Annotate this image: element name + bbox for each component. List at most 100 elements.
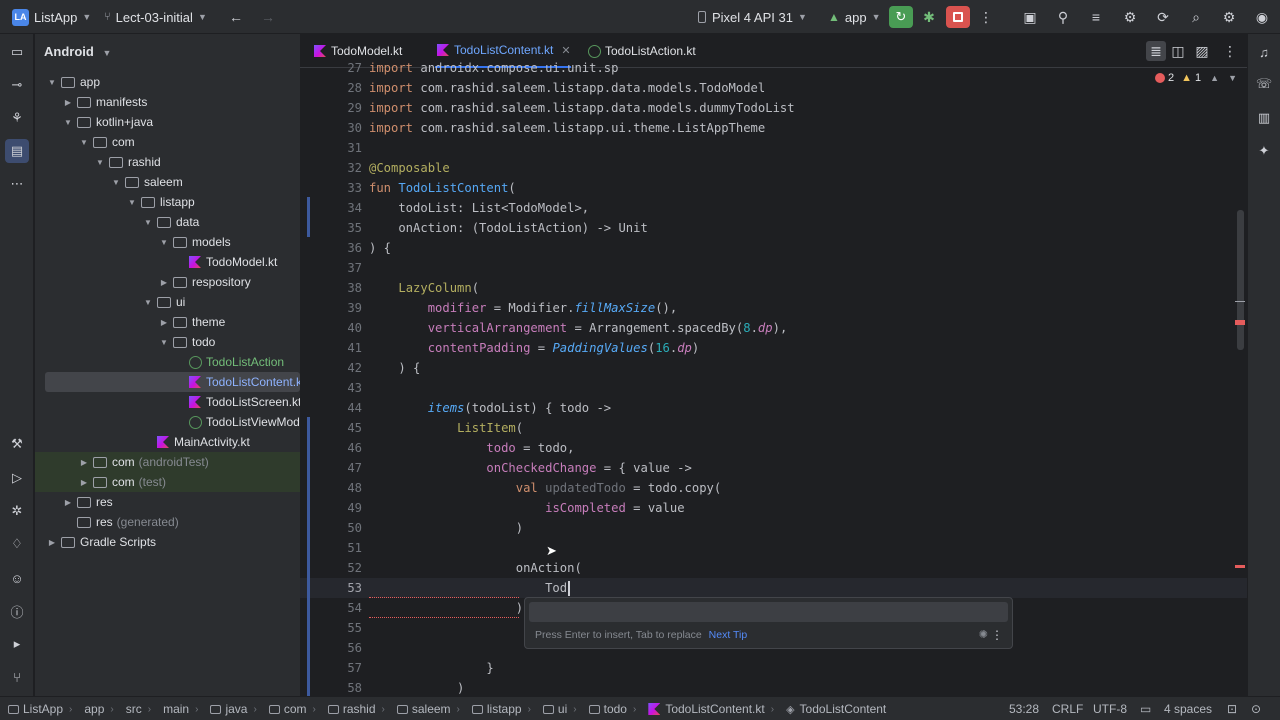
logcat-icon[interactable]: ≡ xyxy=(1086,7,1106,27)
code-line[interactable]: 30 import com.rashid.saleem.listapp.ui.th… xyxy=(300,118,1247,138)
breadcrumb-item[interactable]: ListApp xyxy=(8,702,63,716)
code-line[interactable]: 43 xyxy=(300,378,1247,398)
sync-gradle-icon[interactable]: ⟳ xyxy=(1153,7,1173,27)
code-line[interactable]: 52 onAction( xyxy=(300,558,1247,578)
encoding-selector[interactable]: UTF-8 xyxy=(1093,697,1127,720)
code-line[interactable]: 28 import com.rashid.saleem.listapp.data.… xyxy=(300,78,1247,98)
caret-position[interactable]: 53:28 xyxy=(1009,697,1039,720)
tree-item[interactable]: ▼ data xyxy=(35,212,300,232)
breadcrumb-item[interactable]: com xyxy=(268,702,306,716)
tree-item[interactable]: TodoListScreen.kt xyxy=(35,392,300,412)
tree-item[interactable]: ▶ res xyxy=(35,492,300,512)
code-line[interactable]: 51 xyxy=(300,538,1247,558)
build-hammer-icon[interactable]: ⚒ xyxy=(7,434,27,454)
chevron-down-icon[interactable]: ▼ xyxy=(125,198,139,207)
gemini-chat-icon[interactable]: ☏ xyxy=(1254,74,1274,94)
run-config-selector[interactable]: ▲ app ▼ xyxy=(828,0,881,34)
chevron-right-icon[interactable]: ▶ xyxy=(61,98,75,107)
branch-selector[interactable]: ⑂ Lect-03-initial ▼ xyxy=(104,0,207,34)
code-line[interactable]: 47 onCheckedChange = { value -> xyxy=(300,458,1247,478)
breadcrumb-item[interactable]: saleem xyxy=(396,702,451,716)
code-line[interactable]: 33 fun TodoListContent( xyxy=(300,178,1247,198)
editor-vertical-scrollbar[interactable] xyxy=(1237,210,1244,350)
code-line[interactable]: 49 isCompleted = value xyxy=(300,498,1247,518)
resource-manager-icon[interactable]: ⚘ xyxy=(7,108,27,128)
code-line[interactable]: 40 verticalArrangement = Arrangement.spa… xyxy=(300,318,1247,338)
vcs-change-marker[interactable] xyxy=(307,417,310,696)
chevron-down-icon[interactable]: ▼ xyxy=(45,78,59,87)
code-line[interactable]: 41 contentPadding = PaddingValues(16.dp) xyxy=(300,338,1247,358)
code-line[interactable]: 36) { xyxy=(300,238,1247,258)
code-line[interactable]: 48 val updatedTodo = todo.copy( xyxy=(300,478,1247,498)
code-line[interactable]: 31 xyxy=(300,138,1247,158)
forward-icon[interactable]: → xyxy=(258,7,278,27)
settings-gear-icon[interactable]: ⚙ xyxy=(1219,7,1239,27)
tree-item[interactable]: ▼ ui xyxy=(35,292,300,312)
breadcrumb-item[interactable]: ui xyxy=(542,702,567,716)
tree-item[interactable]: ▼ kotlin+java xyxy=(35,112,300,132)
code-line[interactable]: 50 ) xyxy=(300,518,1247,538)
back-icon[interactable]: ← xyxy=(226,7,246,27)
notifications-bell-icon[interactable]: ♫ xyxy=(1254,42,1274,62)
breadcrumb-item[interactable]: java xyxy=(210,702,247,716)
close-icon[interactable]: ✕ xyxy=(561,44,570,57)
tree-item[interactable]: TodoListContent.kt xyxy=(45,372,300,392)
code-line[interactable]: 38 LazyColumn( xyxy=(300,278,1247,298)
debug-bug-icon[interactable]: ✲ xyxy=(7,501,27,521)
line-ending-selector[interactable]: CRLF xyxy=(1052,697,1083,720)
tree-item[interactable]: ▼ todo xyxy=(35,332,300,352)
project-selector[interactable]: LA ListApp ▼ xyxy=(12,0,91,34)
account-icon[interactable]: ◉ xyxy=(1252,7,1272,27)
structure-icon[interactable]: ▤ xyxy=(5,139,29,163)
lock-icon[interactable]: ⊡ xyxy=(1227,697,1237,720)
tree-item[interactable]: ▶ com (test) xyxy=(35,472,300,492)
search-icon[interactable]: ⌕ xyxy=(1186,7,1206,27)
project-view-selector[interactable]: Android ▼ xyxy=(44,44,111,59)
next-tip-link[interactable]: Next Tip xyxy=(709,629,748,641)
breadcrumb-item[interactable]: app xyxy=(84,702,104,716)
code-line[interactable]: 44 items(todoList) { todo -> xyxy=(300,398,1247,418)
tree-item[interactable]: ▶ manifests xyxy=(35,92,300,112)
tree-item[interactable]: ▼ models xyxy=(35,232,300,252)
breadcrumb-item[interactable]: src xyxy=(126,702,142,716)
readonly-toggle-icon[interactable]: ▭ xyxy=(1140,697,1151,720)
version-control-icon[interactable]: ⑂ xyxy=(7,667,27,687)
running-devices-icon[interactable]: ▥ xyxy=(1254,108,1274,128)
code-line[interactable]: 53 Tod xyxy=(300,578,1247,598)
breadcrumb-item[interactable]: TodoListContent.kt xyxy=(648,702,765,716)
code-line[interactable]: 39 modifier = Modifier.fillMaxSize(), xyxy=(300,298,1247,318)
code-line[interactable]: 32 @Composable xyxy=(300,158,1247,178)
code-line[interactable]: 57 } xyxy=(300,658,1247,678)
stop-button[interactable] xyxy=(946,6,970,28)
breadcrumb-item[interactable]: ◈ TodoListContent xyxy=(786,702,886,716)
chevron-right-icon[interactable]: ▶ xyxy=(77,478,91,487)
device-selector[interactable]: Pixel 4 API 31 ▼ xyxy=(698,0,807,34)
error-stripe-marker[interactable] xyxy=(1235,320,1245,325)
breadcrumb-item[interactable]: listapp xyxy=(471,702,522,716)
tree-item[interactable]: ▼ saleem xyxy=(35,172,300,192)
run-icon[interactable]: ▷ xyxy=(7,468,27,488)
chevron-down-icon[interactable]: ▼ xyxy=(157,338,171,347)
breadcrumb-item[interactable]: rashid xyxy=(327,702,376,716)
code-editor[interactable]: TodoModel.kt TodoListContent.kt ✕ TodoLi… xyxy=(300,34,1247,696)
code-line[interactable]: 37 xyxy=(300,258,1247,278)
chevron-right-icon[interactable]: ▶ xyxy=(157,318,171,327)
logcat-cat-icon[interactable]: ☺ xyxy=(7,568,27,588)
chevron-down-icon[interactable]: ▼ xyxy=(93,158,107,167)
tree-item[interactable]: ▶ theme xyxy=(35,312,300,332)
vcs-change-marker[interactable] xyxy=(307,197,310,237)
error-stripe-marker[interactable] xyxy=(1235,565,1245,568)
tree-item[interactable]: ▼ app xyxy=(35,72,300,92)
tree-item[interactable]: TodoModel.kt xyxy=(35,252,300,272)
tree-item[interactable]: TodoListAction xyxy=(35,352,300,372)
tree-item[interactable]: ▶ com (androidTest) xyxy=(35,452,300,472)
ai-sparkle-icon[interactable]: ✦ xyxy=(1254,141,1274,161)
code-line[interactable]: 58 ) xyxy=(300,678,1247,696)
tree-item[interactable]: ▶ respository xyxy=(35,272,300,292)
code-line[interactable]: 27 import androidx.compose.ui.unit.sp xyxy=(300,58,1247,78)
sdk-manager-icon[interactable]: ⚙ xyxy=(1120,7,1140,27)
code-line[interactable]: 45 ListItem( xyxy=(300,418,1247,438)
chevron-right-icon[interactable]: ▶ xyxy=(157,278,171,287)
tree-item[interactable]: ▼ listapp xyxy=(35,192,300,212)
code-line[interactable]: 42 ) { xyxy=(300,358,1247,378)
